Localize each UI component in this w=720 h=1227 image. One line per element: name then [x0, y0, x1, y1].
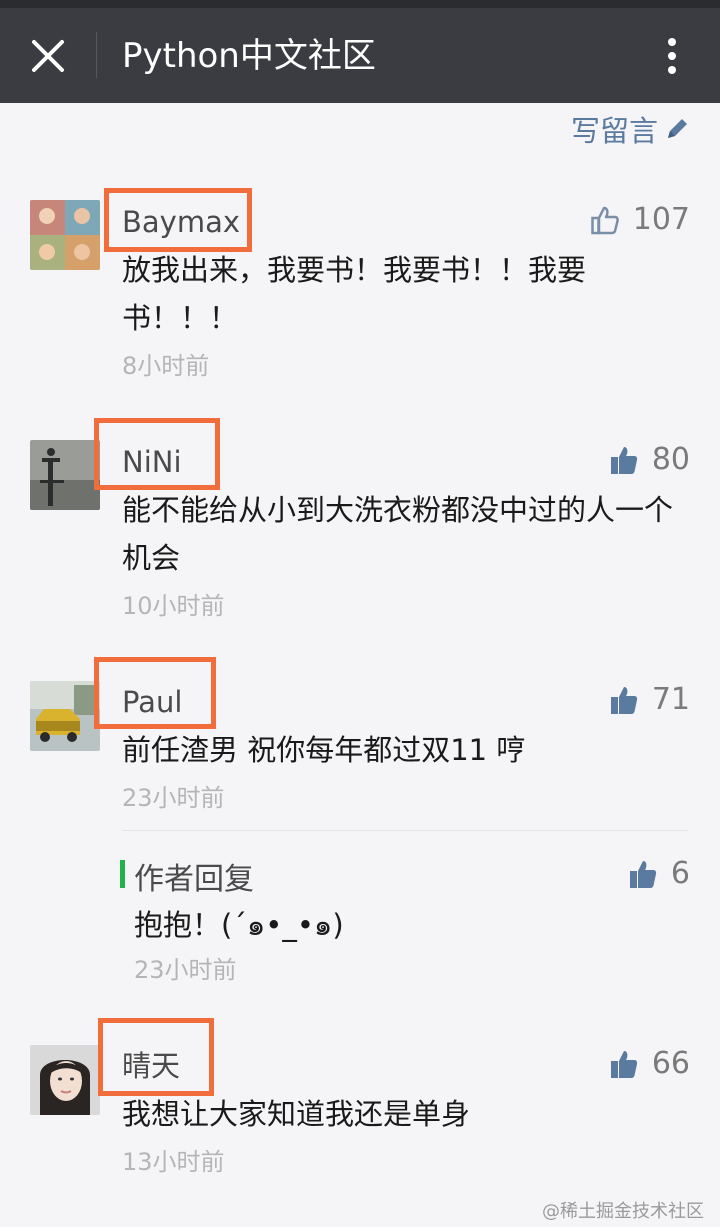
comment-content: 放我出来，我要书！我要书！！我要书！！！	[122, 253, 587, 335]
comment-author[interactable]: Baymax	[122, 204, 240, 240]
status-strip	[0, 0, 720, 8]
comment-time: 13小时前	[122, 1148, 225, 1176]
like-count: 66	[651, 1046, 690, 1081]
avatar[interactable]	[30, 1045, 100, 1115]
close-icon	[32, 40, 64, 72]
page-title: Python中文社区	[122, 36, 376, 76]
avatar[interactable]	[30, 440, 100, 510]
comment-content: 前任渣男 祝你每年都过双11 哼	[122, 733, 526, 767]
like-count: 71	[651, 682, 690, 717]
comment-time: 23小时前	[122, 784, 225, 812]
thumbs-up-outline-icon	[590, 206, 619, 234]
comment-author[interactable]: Paul	[122, 684, 182, 720]
close-button[interactable]	[26, 34, 70, 78]
thumbs-up-filled-icon	[610, 1050, 637, 1078]
avatar[interactable]	[30, 200, 100, 270]
more-vertical-icon	[668, 38, 676, 46]
pencil-icon	[668, 119, 687, 138]
reply-divider	[122, 830, 688, 831]
write-comment-label: 写留言	[570, 114, 658, 148]
reply-like-button[interactable]: 6	[629, 856, 690, 891]
like-count: 80	[651, 442, 690, 477]
reply-indicator	[120, 860, 125, 888]
reply-content: 抱抱！(´๑•_•๑)	[134, 908, 344, 942]
comment-content: 能不能给从小到大洗衣粉都没中过的人一个机会	[122, 493, 674, 575]
like-button[interactable]: 80	[610, 442, 690, 477]
avatar[interactable]	[30, 681, 100, 751]
comment-author[interactable]: NiNi	[122, 444, 182, 480]
like-button[interactable]: 107	[590, 202, 690, 237]
thumbs-up-filled-icon	[629, 860, 657, 888]
comment-time: 10小时前	[122, 592, 225, 620]
reply-time: 23小时前	[134, 956, 237, 984]
header-divider	[96, 32, 97, 78]
thumbs-up-filled-icon	[610, 446, 637, 474]
comment-author[interactable]: 晴天	[122, 1048, 180, 1084]
like-count: 107	[632, 202, 690, 237]
more-options-button[interactable]	[656, 34, 688, 78]
thumbs-up-filled-icon	[610, 686, 637, 714]
top-bar: Python中文社区	[0, 0, 720, 103]
more-dot	[668, 52, 676, 60]
like-button[interactable]: 66	[610, 1046, 690, 1081]
comment-time: 8小时前	[122, 352, 210, 380]
author-reply-label: 作者回复	[134, 862, 254, 897]
write-comment-button[interactable]: 写留言	[571, 108, 690, 150]
like-count: 6	[670, 856, 690, 891]
comment-content: 我想让大家知道我还是单身	[122, 1097, 471, 1131]
like-button[interactable]: 71	[610, 682, 690, 717]
more-dot	[668, 66, 676, 74]
watermark: @稀土掘金技术社区	[542, 1201, 704, 1222]
